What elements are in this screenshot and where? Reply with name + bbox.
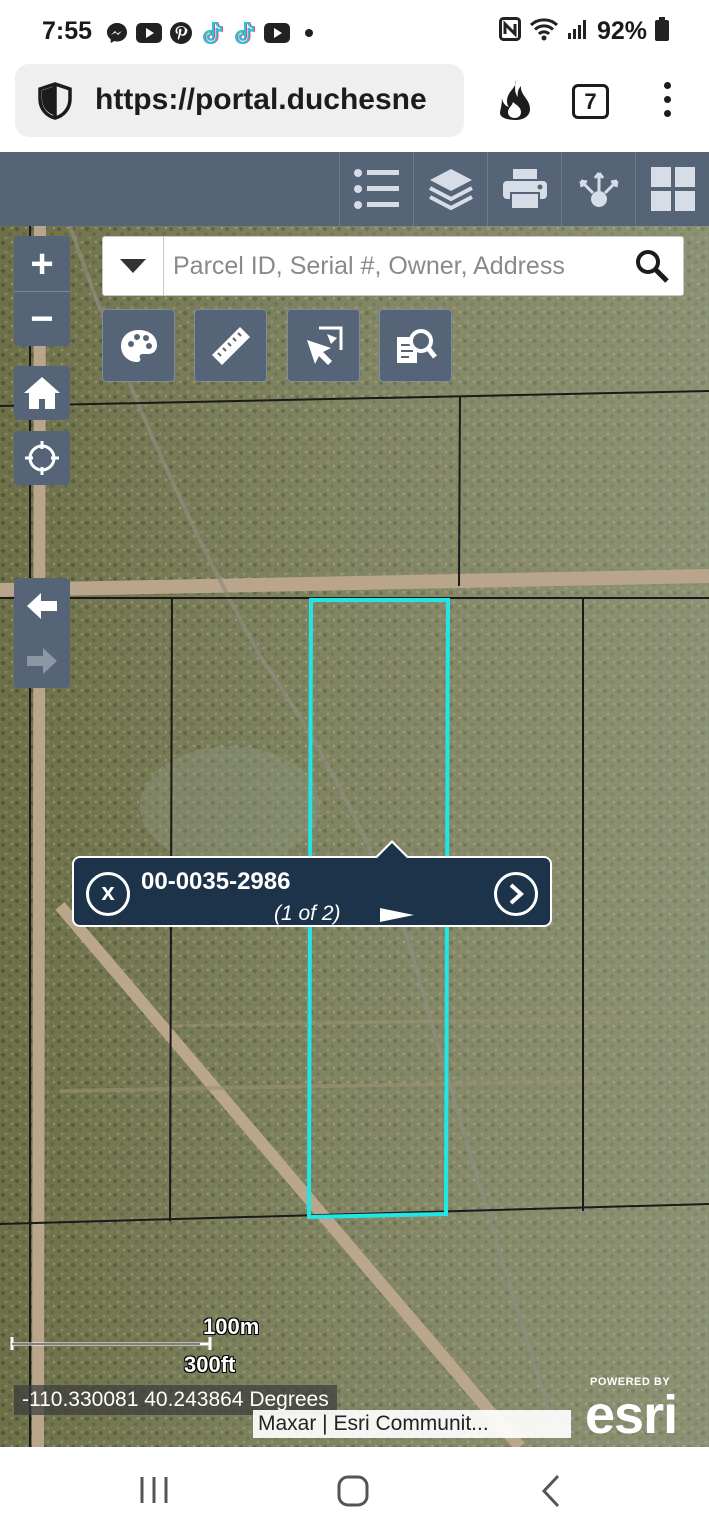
popup-close-button[interactable]: x (86, 872, 130, 916)
list-icon[interactable] (339, 152, 413, 226)
search-button[interactable] (631, 245, 673, 287)
status-bar: 7:55 92% (0, 0, 709, 64)
battery-percent: 92% (596, 17, 647, 45)
share-icon[interactable] (561, 152, 635, 226)
arrow-right-icon (27, 647, 57, 674)
scale-imperial: 300ft (184, 1352, 236, 1377)
previous-extent-button[interactable] (14, 578, 70, 633)
print-icon[interactable] (487, 152, 561, 226)
recents-icon[interactable] (138, 1474, 170, 1511)
symbology-tool-button[interactable] (102, 309, 175, 382)
tiktok-icon (232, 20, 258, 46)
zoom-out-button[interactable]: − (14, 291, 70, 346)
browser-bar: https://portal.duchesne 7 (0, 64, 709, 152)
system-nav-bar (0, 1447, 709, 1536)
status-time: 7:55 (42, 17, 93, 45)
chevron-right-icon (509, 883, 524, 905)
more-menu-icon[interactable] (661, 82, 673, 122)
select-tool-button[interactable] (287, 309, 360, 382)
search-source-dropdown[interactable] (103, 237, 164, 295)
zoom-control: + − (14, 236, 70, 346)
parcel-popup: x 00-0035-2986 (1 of 2) (72, 840, 552, 929)
shield-icon[interactable] (37, 82, 73, 125)
map-imagery (0, 226, 709, 1447)
system-icons: 92% (498, 17, 669, 46)
chevron-down-icon (120, 259, 146, 273)
zoom-in-button[interactable]: + (14, 236, 70, 291)
battery-icon (655, 17, 669, 46)
search-input[interactable] (173, 245, 587, 287)
youtube-icon (264, 20, 290, 46)
grid-icon[interactable] (635, 152, 709, 226)
popup-count: (1 of 2) (274, 902, 341, 925)
back-icon[interactable] (540, 1474, 562, 1513)
locate-button[interactable] (14, 431, 70, 485)
dot-icon (296, 20, 322, 46)
home-nav-icon[interactable] (336, 1474, 370, 1513)
address-bar[interactable]: https://portal.duchesne (15, 64, 464, 137)
palette-icon (120, 329, 157, 362)
tabs-button[interactable]: 7 (572, 84, 609, 119)
search-icon (636, 250, 669, 283)
notification-icons (104, 20, 322, 46)
esri-logo[interactable]: esri (585, 1384, 678, 1446)
popup-next-button[interactable] (494, 872, 538, 916)
layers-icon[interactable] (413, 152, 487, 226)
fire-icon[interactable] (496, 78, 534, 127)
search-box (102, 236, 684, 296)
popup-parcel-id[interactable]: 00-0035-2986 (141, 868, 290, 896)
home-button[interactable] (14, 366, 70, 420)
play-icon[interactable] (380, 906, 414, 929)
extent-navigation (14, 578, 70, 688)
pinterest-icon (168, 20, 194, 46)
scale-metric: 100m (203, 1314, 260, 1339)
map-attribution[interactable]: Maxar | Esri Communit... (253, 1410, 571, 1438)
find-icon (396, 328, 437, 363)
find-tool-button[interactable] (379, 309, 452, 382)
arrow-left-icon (27, 592, 57, 619)
url-text[interactable]: https://portal.duchesne (95, 83, 427, 117)
messenger-icon (104, 20, 130, 46)
next-extent-button[interactable] (14, 633, 70, 688)
app-toolbar (0, 152, 709, 226)
measure-tool-button[interactable] (194, 309, 267, 382)
tiktok-icon (200, 20, 226, 46)
ruler-icon (211, 326, 250, 365)
signal-icon (567, 18, 589, 45)
select-icon (306, 326, 342, 365)
nfc-icon (498, 17, 521, 46)
map-view[interactable]: + − x 0 (0, 226, 709, 1447)
home-icon (24, 377, 60, 409)
wifi-icon (529, 17, 559, 46)
youtube-icon (136, 20, 162, 46)
locate-icon (25, 441, 59, 475)
